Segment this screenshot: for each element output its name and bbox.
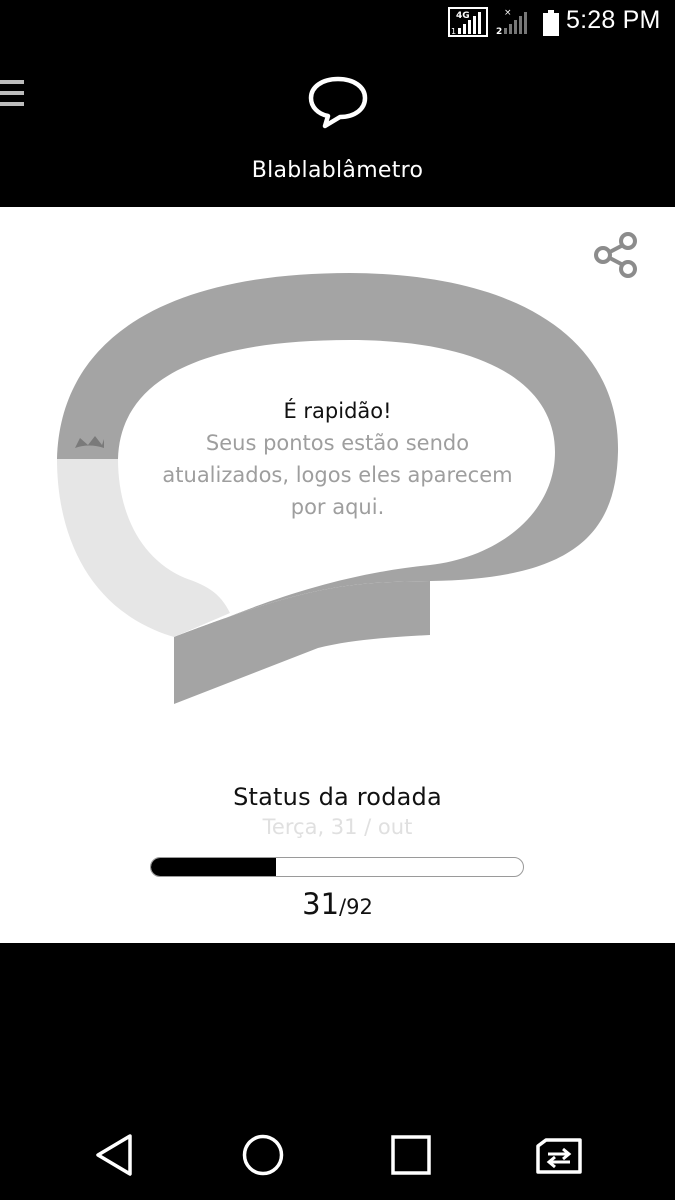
meter-message-block: É rapidão! Seus pontos estão sendo atual… [160, 395, 515, 523]
app-title: Blablablâmetro [251, 158, 424, 183]
main-card: É rapidão! Seus pontos estão sendo atual… [0, 207, 675, 943]
meter-message: Seus pontos estão sendo atualizados, log… [162, 431, 513, 519]
round-progress-bar [150, 857, 524, 877]
home-circle-icon[interactable] [238, 1130, 288, 1180]
sim1-label: 1 [451, 27, 456, 36]
recents-square-icon[interactable] [386, 1130, 436, 1180]
round-status: Status da rodada Terça, 31 / out [0, 783, 675, 839]
meter-heading: É rapidão! [283, 399, 392, 423]
progress-total: /92 [339, 895, 373, 919]
menu-button[interactable] [0, 80, 30, 116]
sim2-signal-icon: × 2 [496, 8, 527, 37]
status-bar: 4G 1 × 2 5:28 PM [0, 0, 675, 46]
svg-text:×: × [504, 8, 512, 18]
speech-bubble-icon [308, 76, 368, 129]
navigation-bar [0, 1100, 675, 1200]
clock: 5:28 PM [566, 6, 661, 34]
round-date: Terça, 31 / out [262, 815, 413, 839]
hamburger-menu-icon [0, 80, 24, 84]
battery-icon [543, 10, 559, 36]
round-progress-count: 31/92 [0, 887, 675, 921]
network-type-label: 4G [456, 11, 470, 21]
network-4g-signal-icon: 4G 1 [448, 7, 488, 37]
app-header: Blablablâmetro [0, 46, 675, 207]
back-triangle-icon[interactable] [90, 1130, 140, 1180]
sim2-label: 2 [496, 27, 502, 37]
round-progress-fill [151, 858, 277, 876]
round-status-title: Status da rodada [233, 783, 442, 811]
progress-current: 31 [302, 887, 340, 921]
sim-switch-icon[interactable] [534, 1130, 584, 1180]
